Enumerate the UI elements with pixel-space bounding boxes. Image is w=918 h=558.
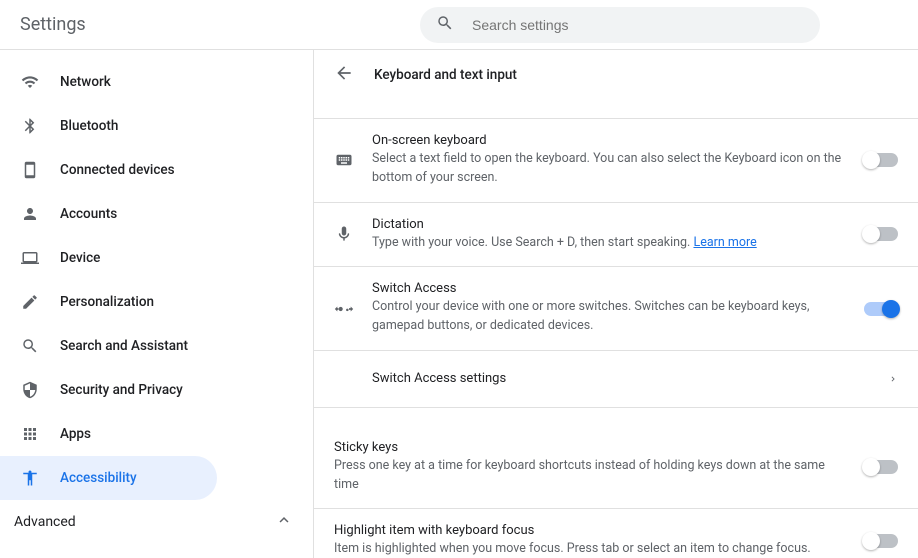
sidebar-item-search-assistant[interactable]: Search and Assistant <box>0 324 217 368</box>
sidebar-advanced-toggle[interactable]: Advanced <box>0 500 313 544</box>
setting-title: Switch Access <box>372 281 846 296</box>
edit-icon <box>20 293 40 311</box>
person-icon <box>20 205 40 223</box>
setting-desc: Item is highlighted when you move focus.… <box>334 540 846 558</box>
settings-group-1: On-screen keyboard Select a text field t… <box>314 118 918 408</box>
switch-access-settings-link[interactable]: Switch Access settings <box>314 351 918 407</box>
switch-access-icon <box>334 299 354 319</box>
setting-switch-access: Switch Access Control your device with o… <box>314 267 918 351</box>
sidebar-item-connected-devices[interactable]: Connected devices <box>0 148 217 192</box>
wifi-icon <box>20 73 40 91</box>
setting-dictation: Dictation Type with your voice. Use Sear… <box>314 203 918 268</box>
chevron-right-icon <box>888 369 898 388</box>
sidebar-item-device[interactable]: Device <box>0 236 217 280</box>
setting-title: Switch Access settings <box>372 371 870 386</box>
setting-title: On-screen keyboard <box>372 133 846 148</box>
setting-onscreen-keyboard: On-screen keyboard Select a text field t… <box>314 119 918 203</box>
sidebar-item-personalization[interactable]: Personalization <box>0 280 217 324</box>
sidebar-item-bluetooth[interactable]: Bluetooth <box>0 104 217 148</box>
sidebar-item-label: Connected devices <box>60 162 175 178</box>
setting-desc: Select a text field to open the keyboard… <box>372 150 846 188</box>
main: Network Bluetooth Connected devices Acco… <box>0 50 918 558</box>
setting-highlight-focus: Highlight item with keyboard focus Item … <box>314 509 918 558</box>
setting-desc: Type with your voice. Use Search + D, th… <box>372 234 846 253</box>
setting-sticky-keys: Sticky keys Press one key at a time for … <box>314 426 918 510</box>
sidebar-item-label: Security and Privacy <box>60 382 183 398</box>
accessibility-icon <box>20 469 40 487</box>
toggle-sticky-keys[interactable] <box>864 460 898 474</box>
search-box[interactable] <box>420 7 820 43</box>
apps-icon <box>20 425 40 443</box>
shield-icon <box>20 381 40 399</box>
sidebar-item-label: Bluetooth <box>60 118 118 134</box>
sidebar-item-label: Accessibility <box>60 470 137 486</box>
sidebar-item-label: Apps <box>60 426 91 442</box>
arrow-back-icon <box>334 63 354 83</box>
chevron-up-icon <box>275 511 293 533</box>
setting-title: Highlight item with keyboard focus <box>334 523 846 538</box>
laptop-icon <box>20 249 40 267</box>
toggle-highlight-focus[interactable] <box>864 534 898 548</box>
sidebar-item-label: Accounts <box>60 206 117 222</box>
search-icon <box>20 337 40 355</box>
sidebar-item-label: Search and Assistant <box>60 338 188 354</box>
back-button[interactable] <box>334 63 354 87</box>
search-icon <box>436 14 454 36</box>
sidebar-item-apps[interactable]: Apps <box>0 412 217 456</box>
mic-icon <box>334 225 354 243</box>
search-input[interactable] <box>472 17 804 33</box>
phone-icon <box>20 161 40 179</box>
setting-desc: Control your device with one or more swi… <box>372 298 846 336</box>
sidebar-item-accessibility[interactable]: Accessibility <box>0 456 217 500</box>
settings-group-2: Sticky keys Press one key at a time for … <box>314 426 918 558</box>
sidebar-item-label: Device <box>60 250 100 266</box>
app-header: Settings <box>0 0 918 50</box>
sidebar-item-label: Personalization <box>60 294 154 310</box>
setting-title: Sticky keys <box>334 440 846 455</box>
setting-title: Dictation <box>372 217 846 232</box>
bluetooth-icon <box>20 117 40 135</box>
sidebar-item-accounts[interactable]: Accounts <box>0 192 217 236</box>
sidebar: Network Bluetooth Connected devices Acco… <box>0 50 314 558</box>
keyboard-icon <box>334 151 354 169</box>
sidebar-item-datetime[interactable]: Date and time <box>0 544 217 558</box>
sidebar-item-label: Network <box>60 74 111 90</box>
app-title: Settings <box>20 14 420 35</box>
advanced-label: Advanced <box>14 514 76 530</box>
content-header: Keyboard and text input <box>314 50 918 100</box>
sidebar-item-network[interactable]: Network <box>0 60 217 104</box>
learn-more-link[interactable]: Learn more <box>693 235 756 250</box>
content: Keyboard and text input On-screen keyboa… <box>314 50 918 558</box>
sidebar-item-security[interactable]: Security and Privacy <box>0 368 217 412</box>
page-title: Keyboard and text input <box>374 67 517 83</box>
toggle-switch-access[interactable] <box>864 302 898 316</box>
toggle-onscreen-keyboard[interactable] <box>864 153 898 167</box>
toggle-dictation[interactable] <box>864 227 898 241</box>
setting-desc: Press one key at a time for keyboard sho… <box>334 457 846 495</box>
